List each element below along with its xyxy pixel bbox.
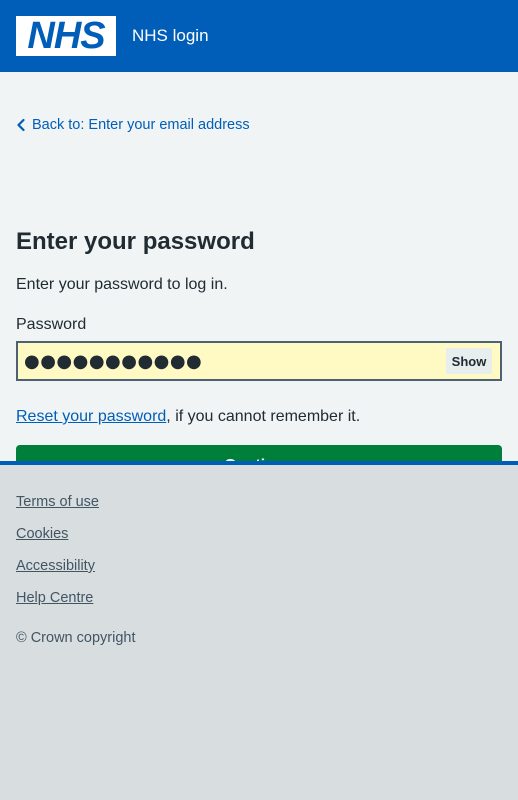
password-input[interactable] (18, 343, 446, 379)
site-footer: Terms of use Cookies Accessibility Help … (0, 461, 518, 800)
reset-password-text: Reset your password, if you cannot remem… (16, 408, 360, 426)
site-header: NHS NHS login (0, 0, 518, 72)
footer-link-help-centre[interactable]: Help Centre (16, 590, 93, 606)
service-name[interactable]: NHS login (132, 26, 209, 46)
back-link-label: Back to: Enter your email address (32, 117, 250, 133)
password-field: Show (16, 341, 502, 381)
footer-link-terms[interactable]: Terms of use (16, 494, 99, 510)
reset-password-suffix: , if you cannot remember it. (166, 408, 361, 425)
copyright-text: © Crown copyright (16, 630, 136, 646)
page-title: Enter your password (16, 228, 255, 255)
chevron-left-icon (16, 117, 32, 133)
password-label: Password (16, 316, 87, 333)
show-password-button[interactable]: Show (446, 348, 492, 374)
nhs-logo-text: NHS (27, 15, 105, 57)
main-content: Back to: Enter your email address Enter … (0, 72, 518, 490)
nhs-logo[interactable]: NHS (16, 16, 116, 56)
hint-text: Enter your password to log in. (16, 276, 228, 293)
footer-link-accessibility[interactable]: Accessibility (16, 558, 95, 574)
back-link[interactable]: Back to: Enter your email address (16, 117, 250, 133)
footer-link-cookies[interactable]: Cookies (16, 526, 68, 542)
reset-password-link[interactable]: Reset your password (16, 408, 166, 425)
